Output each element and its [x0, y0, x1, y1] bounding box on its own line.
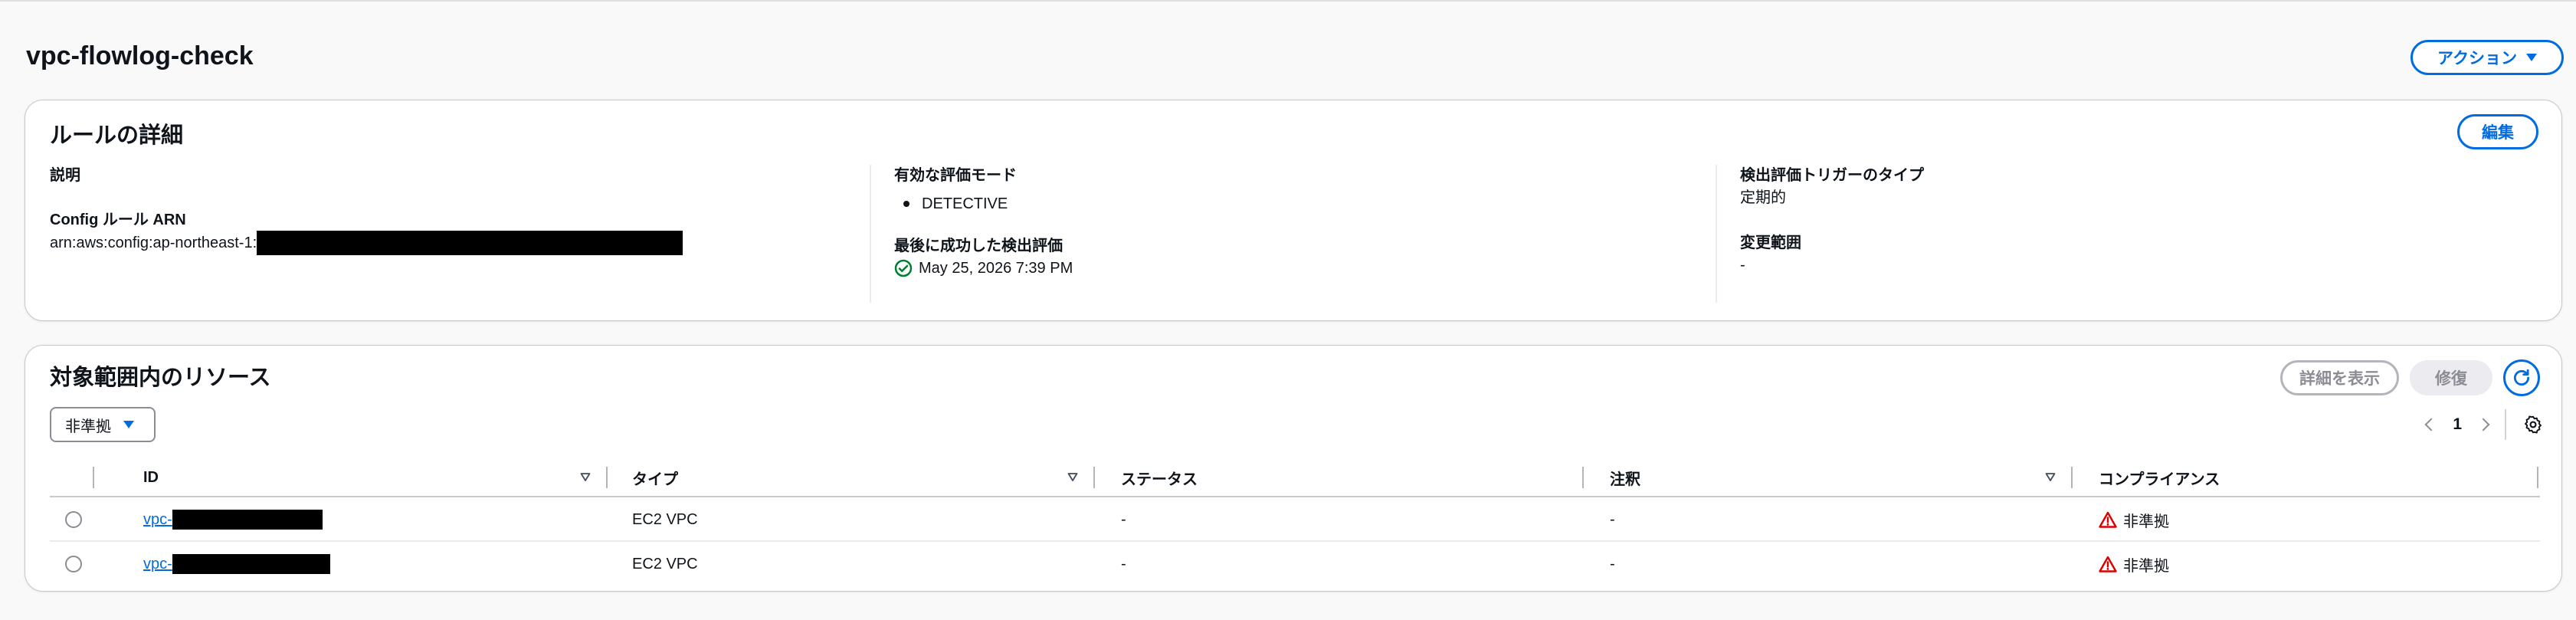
edit-button-label: 編集	[2482, 124, 2514, 142]
details-column-1: 説明 Config ルール ARN arn:aws:config:ap-nort…	[50, 165, 893, 303]
status-cell: -	[1121, 555, 1126, 572]
edit-button[interactable]: 編集	[2457, 114, 2538, 149]
last-success-value: May 25, 2026 7:39 PM	[919, 260, 1073, 277]
redacted-account-id	[257, 231, 683, 255]
column-header-id[interactable]: ID	[143, 458, 159, 497]
page-header: vpc-flowlog-check アクション	[26, 38, 2564, 78]
actions-button-label: アクション	[2437, 50, 2517, 67]
description-label: 説明	[50, 167, 80, 184]
prev-page-icon[interactable]	[2424, 418, 2438, 431]
caret-down-icon	[2525, 54, 2537, 61]
remediate-label: 修復	[2435, 370, 2467, 388]
row-select-radio[interactable]	[65, 511, 82, 528]
eval-mode-item: DETECTIVE	[894, 192, 1712, 215]
table-header: ID タイプ ステータス 注釈 コンプライアンス	[50, 458, 2540, 497]
description-value	[50, 186, 893, 209]
column-header-compliance[interactable]: コンプライアンス	[2099, 458, 2220, 497]
top-divider	[0, 0, 2576, 2]
column-header-annotation[interactable]: 注釈	[1610, 458, 1640, 497]
resource-id-link[interactable]: vpc-	[143, 556, 172, 573]
resources-panel: 対象範囲内のリソース 詳細を表示 修復 非準拠 1 ID タイプ ステータス 注…	[25, 345, 2562, 592]
column-divider[interactable]	[1093, 467, 1095, 488]
table-row[interactable]: vpc- EC2 VPC - - 非準拠	[50, 497, 2540, 542]
sort-icon[interactable]	[580, 471, 591, 482]
row-select-radio[interactable]	[65, 556, 82, 572]
page-title: vpc-flowlog-check	[26, 41, 254, 71]
pager-divider	[2505, 409, 2506, 440]
resources-title: 対象範囲内のリソース	[50, 366, 271, 390]
sort-icon[interactable]	[2045, 471, 2056, 482]
eval-mode-value: DETECTIVE	[922, 195, 1008, 212]
scope-value: -	[1740, 257, 1745, 274]
redacted-vpc-id	[172, 554, 330, 574]
settings-gear-icon[interactable]	[2523, 415, 2543, 435]
resource-id-link[interactable]: vpc-	[143, 511, 172, 529]
pagination: 1	[2424, 407, 2543, 442]
column-header-status[interactable]: ステータス	[1121, 458, 1198, 497]
details-column-3: 検出評価トリガーのタイプ 定期的 変更範囲 -	[1716, 165, 2543, 303]
resource-type-cell: EC2 VPC	[632, 510, 698, 528]
refresh-icon	[2513, 369, 2530, 386]
next-page-icon[interactable]	[2476, 418, 2490, 431]
bullet-icon	[903, 201, 909, 207]
rule-details-title: ルールの詳細	[50, 123, 184, 148]
status-cell: -	[1121, 510, 1126, 528]
column-divider[interactable]	[2537, 467, 2538, 488]
sort-icon[interactable]	[1067, 471, 1078, 482]
rule-details-panel: ルールの詳細 編集 説明 Config ルール ARN arn:aws:conf…	[25, 100, 2562, 321]
details-column-2: 有効な評価モード DETECTIVE 最後に成功した検出評価 May 25, 2…	[870, 165, 1712, 303]
compliance-cell: 非準拠	[2099, 497, 2169, 542]
column-header-type[interactable]: タイプ	[632, 458, 678, 497]
caret-down-icon	[123, 421, 134, 428]
warning-icon	[2099, 511, 2117, 528]
success-check-icon	[894, 259, 913, 277]
resource-id-cell: vpc-	[143, 542, 330, 586]
arn-label: Config ルール ARN	[50, 212, 186, 228]
annotation-cell: -	[1610, 555, 1615, 572]
view-details-label: 詳細を表示	[2299, 370, 2380, 388]
compliance-filter-select[interactable]: 非準拠	[50, 407, 156, 442]
compliance-value: 非準拠	[2123, 557, 2169, 575]
last-success-status: May 25, 2026 7:39 PM	[894, 257, 1712, 280]
column-divider[interactable]	[606, 467, 608, 488]
view-details-button[interactable]: 詳細を表示	[2280, 360, 2399, 395]
eval-mode-label: 有効な評価モード	[894, 167, 1017, 184]
trigger-type-value: 定期的	[1740, 189, 1786, 206]
trigger-type-label: 検出評価トリガーのタイプ	[1740, 167, 1924, 184]
resources-toolbar: 詳細を表示 修復	[2280, 359, 2540, 396]
resource-type-cell: EC2 VPC	[632, 555, 698, 572]
annotation-cell: -	[1610, 510, 1615, 528]
actions-button[interactable]: アクション	[2410, 40, 2564, 75]
column-divider[interactable]	[1582, 467, 1584, 488]
arn-value: arn:aws:config:ap-northeast-1:	[50, 231, 893, 255]
filter-value: 非準拠	[65, 418, 111, 435]
column-divider[interactable]	[2071, 467, 2073, 488]
column-divider	[93, 467, 94, 488]
last-success-label: 最後に成功した検出評価	[894, 238, 1063, 254]
scope-label: 変更範囲	[1740, 235, 1801, 251]
redacted-vpc-id	[172, 510, 323, 530]
table-row[interactable]: vpc- EC2 VPC - - 非準拠	[50, 542, 2540, 586]
remediate-button[interactable]: 修復	[2410, 360, 2492, 395]
refresh-button[interactable]	[2503, 359, 2540, 396]
compliance-value: 非準拠	[2123, 513, 2169, 530]
resource-id-cell: vpc-	[143, 497, 323, 542]
arn-prefix: arn:aws:config:ap-northeast-1:	[50, 235, 257, 251]
current-page[interactable]: 1	[2453, 415, 2462, 434]
warning-icon	[2099, 556, 2117, 572]
compliance-cell: 非準拠	[2099, 542, 2169, 586]
